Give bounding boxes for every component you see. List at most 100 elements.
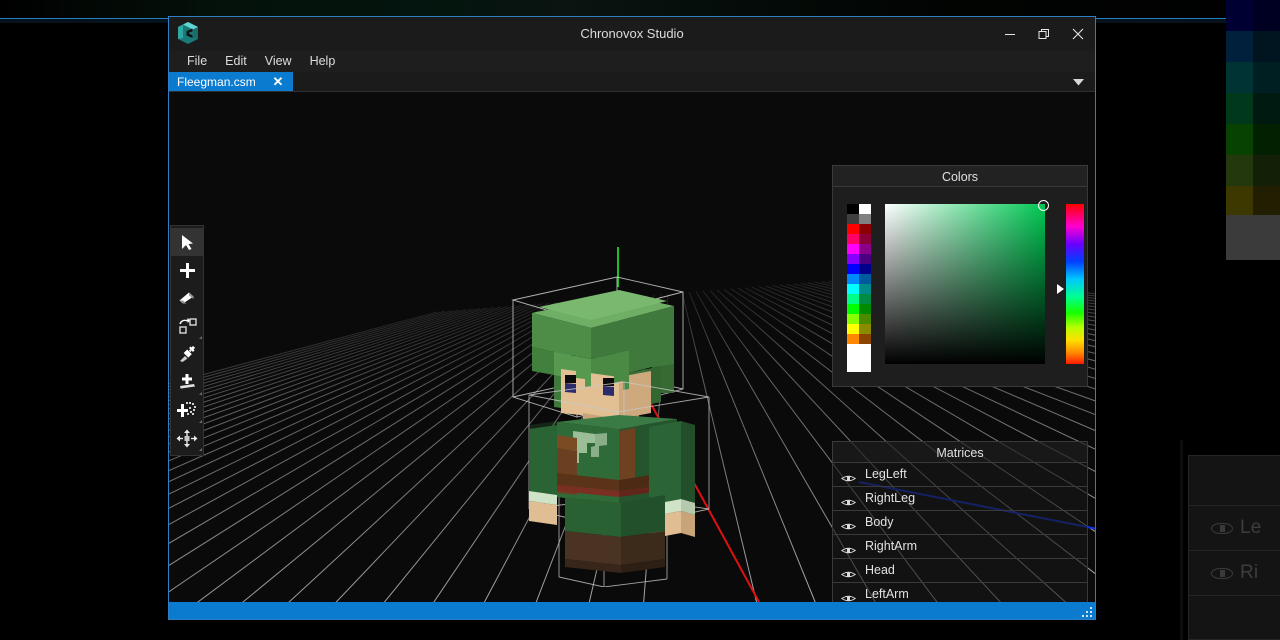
color-swatch[interactable] <box>847 294 859 304</box>
tab-fleegman[interactable]: Fleegman.csm ✕ <box>169 72 293 91</box>
voxel-character-model[interactable] <box>499 247 749 587</box>
color-swatch[interactable] <box>859 294 871 304</box>
color-swatch[interactable] <box>847 314 859 324</box>
color-swatch[interactable] <box>859 254 871 264</box>
background-matrix-row: Le <box>1189 506 1280 551</box>
menu-file[interactable]: File <box>178 52 216 71</box>
add-region-tool[interactable] <box>171 396 203 424</box>
color-swatch[interactable] <box>859 334 871 344</box>
workspace: Colors Matrices LegLeft RightLeg Body Right… <box>169 92 1095 602</box>
add-voxel-tool[interactable] <box>171 256 203 284</box>
matrix-row[interactable]: LeftArm <box>833 583 1087 602</box>
minimize-button[interactable] <box>993 17 1027 51</box>
color-swatch[interactable] <box>847 324 859 334</box>
status-bar <box>169 602 1095 619</box>
hue-slider[interactable] <box>1057 204 1084 364</box>
matrix-label: Body <box>865 515 894 529</box>
color-swatch[interactable] <box>847 304 859 314</box>
color-swatch[interactable] <box>847 244 859 254</box>
eye-icon[interactable] <box>840 590 857 602</box>
background-swatch <box>1253 0 1280 31</box>
menu-bar: File Edit View Help <box>169 51 1095 72</box>
color-swatch[interactable] <box>859 244 871 254</box>
color-swatch[interactable] <box>847 254 859 264</box>
color-swatch[interactable] <box>859 234 871 244</box>
background-swatch <box>1253 155 1280 186</box>
matrix-row[interactable]: Head <box>833 559 1087 583</box>
color-swatch[interactable] <box>847 224 859 234</box>
menu-help[interactable]: Help <box>301 52 345 71</box>
matrix-label: Head <box>865 563 895 577</box>
resize-grip-icon[interactable] <box>1082 607 1092 617</box>
color-swatch[interactable] <box>859 224 871 234</box>
color-swatch[interactable] <box>847 284 859 294</box>
background-swatch <box>1226 93 1253 124</box>
eraser-tool[interactable] <box>171 284 203 312</box>
menu-edit[interactable]: Edit <box>216 52 256 71</box>
background-gray-swatch <box>1226 215 1280 260</box>
color-swatch[interactable] <box>859 264 871 274</box>
background-swatch <box>1253 93 1280 124</box>
color-swatch[interactable] <box>847 264 859 274</box>
color-swatch[interactable] <box>847 274 859 284</box>
move-tool[interactable] <box>171 424 203 452</box>
restore-button[interactable] <box>1027 17 1061 51</box>
matrices-panel-body: LegLeftRightLegBodyRightArmHeadLeftArmPa… <box>832 463 1088 602</box>
window-title: Chronovox Studio <box>580 26 684 41</box>
color-swatch[interactable] <box>859 324 871 334</box>
color-swatch[interactable] <box>859 214 871 224</box>
eye-icon[interactable] <box>840 566 857 578</box>
color-swatch[interactable] <box>847 204 859 214</box>
tab-bar: Fleegman.csm ✕ <box>169 72 1095 92</box>
hand-left <box>529 501 557 525</box>
background-panel-header <box>1189 456 1280 506</box>
eye-icon[interactable] <box>840 542 857 554</box>
background-swatch <box>1226 155 1253 186</box>
matrices-panel-title: Matrices <box>832 441 1088 463</box>
color-swatch[interactable] <box>859 204 871 214</box>
belt-strap-right <box>619 428 635 486</box>
background-panel-edge <box>1180 440 1183 640</box>
sv-cursor-icon[interactable] <box>1038 200 1049 211</box>
add-plane-tool[interactable] <box>171 368 203 396</box>
matrix-row[interactable]: RightLeg <box>833 487 1087 511</box>
color-swatch[interactable] <box>847 234 859 244</box>
colors-panel-body <box>832 187 1088 387</box>
color-swatch[interactable] <box>847 214 859 224</box>
eye-right <box>603 386 614 396</box>
tab-label: Fleegman.csm <box>177 74 256 89</box>
matrix-row[interactable]: Body <box>833 511 1087 535</box>
background-matrix-row: Ri <box>1189 551 1280 596</box>
tool-palette <box>170 225 204 456</box>
select-cursor-tool[interactable] <box>171 228 203 256</box>
chronovox-c-logo-icon <box>174 19 202 47</box>
hue-marker-icon[interactable] <box>1057 283 1064 294</box>
close-button[interactable] <box>1061 17 1095 51</box>
background-swatch <box>1226 31 1253 62</box>
color-swatch[interactable] <box>859 304 871 314</box>
matrix-row[interactable]: LegLeft <box>833 463 1087 487</box>
title-bar: Chronovox Studio <box>169 17 1095 51</box>
eye-icon[interactable] <box>840 470 857 482</box>
eye-icon[interactable] <box>840 518 857 530</box>
chevron-down-icon[interactable] <box>1067 72 1089 92</box>
saturation-value-square[interactable] <box>885 200 1049 364</box>
arm-right <box>649 421 681 505</box>
color-swatch-white[interactable] <box>847 344 871 372</box>
copy-voxel-tool[interactable] <box>171 312 203 340</box>
matrix-row[interactable]: RightArm <box>833 535 1087 559</box>
color-swatch-grid[interactable] <box>847 204 871 372</box>
color-swatch[interactable] <box>847 334 859 344</box>
menu-view[interactable]: View <box>256 52 301 71</box>
window-controls <box>993 17 1095 51</box>
color-swatch[interactable] <box>859 314 871 324</box>
background-swatch <box>1226 0 1253 31</box>
color-swatch[interactable] <box>859 284 871 294</box>
matrices-list: LegLeftRightLegBodyRightArmHeadLeftArmPa… <box>833 463 1087 602</box>
color-swatch[interactable] <box>859 274 871 284</box>
eyedropper-tool[interactable] <box>171 340 203 368</box>
eye-icon[interactable] <box>840 494 857 506</box>
tab-close-icon[interactable]: ✕ <box>270 75 286 88</box>
matrix-label: LeftArm <box>865 587 909 601</box>
eye-icon <box>1211 567 1233 579</box>
